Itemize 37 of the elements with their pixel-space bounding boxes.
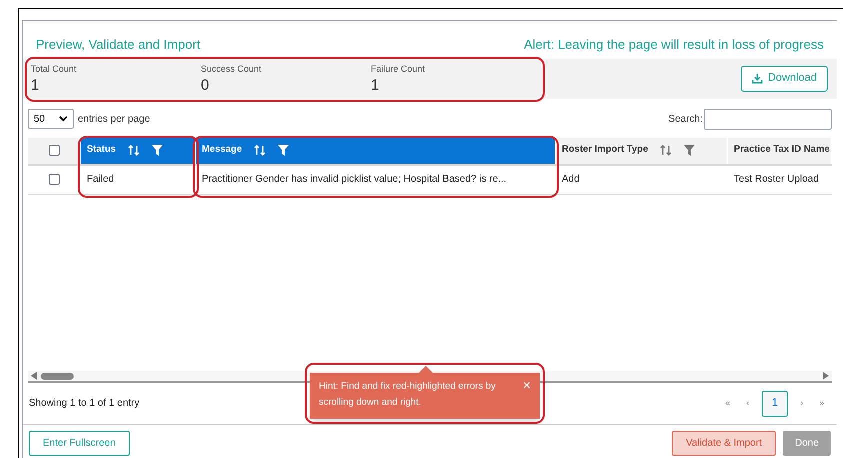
stat-label: Success Count — [201, 63, 263, 76]
hint-text: Hint: Find and fix red-highlighted errors by scrolling down and right. — [319, 380, 497, 410]
download-icon — [752, 73, 764, 84]
table-cell-text: Practitioner Gender has invalid picklist value; Hospital Based? is re... — [202, 173, 507, 187]
caret-icon — [59, 116, 68, 122]
row-checkbox[interactable] — [49, 174, 60, 185]
table-cell-text: Test Roster Upload — [734, 173, 820, 187]
page-size-label: entries per page — [78, 112, 150, 126]
alert-text: Alert: Leaving the page will result in loss of progress — [524, 36, 824, 54]
page-size-select[interactable]: 50 — [28, 109, 74, 129]
pagination-link[interactable]: « — [722, 396, 734, 410]
search-field[interactable] — [704, 108, 832, 130]
stat-value: 0 — [201, 76, 210, 94]
right-arrow-icon — [823, 372, 829, 380]
column-header[interactable]: Practice Tax ID Name — [728, 138, 832, 164]
close-button[interactable]: × — [522, 379, 531, 391]
stat-value: 1 — [31, 76, 40, 94]
action-button[interactable]: Enter Fullscreen — [29, 431, 130, 456]
page-button[interactable]: 1 — [762, 390, 788, 416]
table-cell-text: Failed — [87, 173, 114, 187]
pagination-link[interactable]: ‹ — [742, 396, 754, 410]
entries-info: Showing 1 to 1 of 1 entry — [29, 397, 140, 411]
stat-label: Failure Count — [371, 63, 426, 76]
download-button[interactable]: Download — [741, 66, 828, 92]
table-cell-text: Add — [562, 173, 580, 187]
column-header[interactable]: Roster Import Type — [556, 138, 728, 164]
page-title: Preview, Validate and Import — [36, 36, 201, 54]
select-all-checkbox[interactable] — [49, 145, 60, 156]
pagination-link[interactable]: › — [796, 396, 808, 410]
search-label: Search: — [668, 112, 703, 126]
pagination-link[interactable]: » — [816, 396, 828, 410]
column-header[interactable]: Status — [81, 138, 196, 164]
column-header[interactable]: Message — [196, 138, 556, 164]
left-arrow-icon — [31, 372, 37, 380]
stat-value: 1 — [371, 76, 380, 94]
stat-label: Total Count — [31, 63, 78, 76]
scrollbar-thumb[interactable] — [41, 372, 74, 380]
